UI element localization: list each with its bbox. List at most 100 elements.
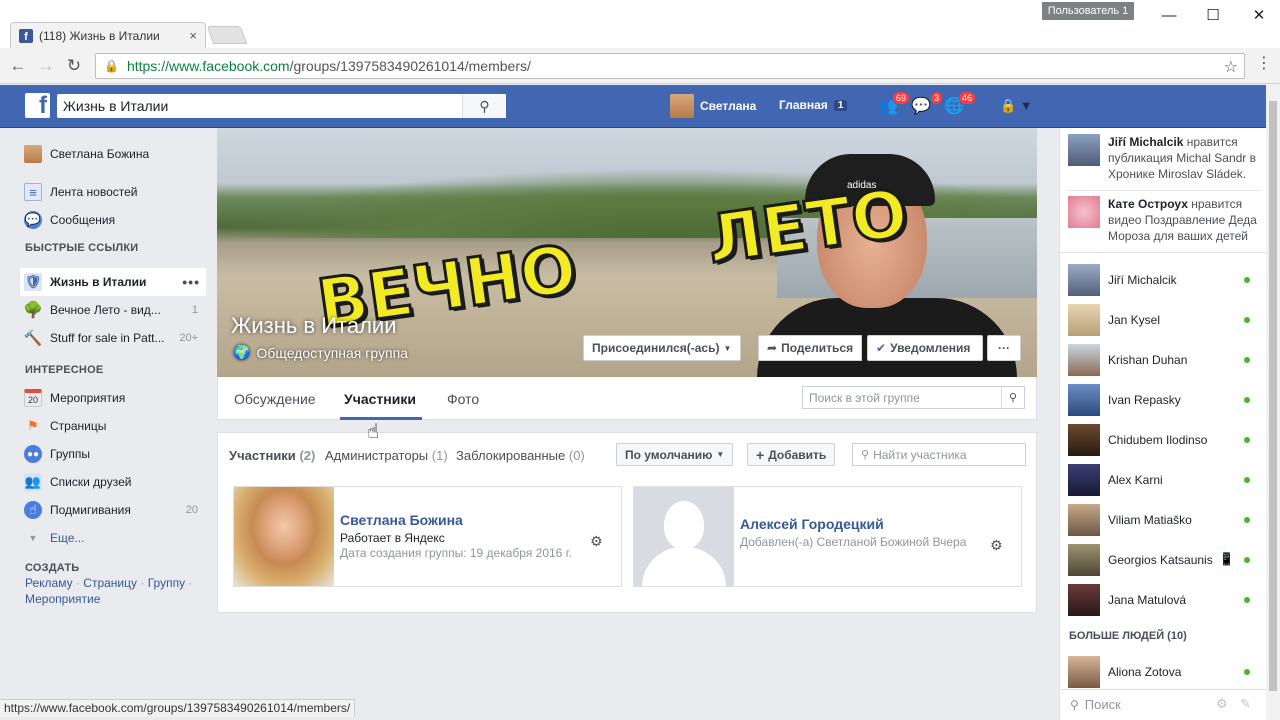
chat-contact[interactable]: Jiří Michalcik <box>1068 264 1258 296</box>
share-button[interactable]: ➦ Поделиться <box>758 335 862 361</box>
members-subtab-all[interactable]: Участники (2) <box>229 448 315 463</box>
create-page-link[interactable]: Страницу <box>83 576 137 590</box>
create-ad-link[interactable]: Рекламу <box>25 576 73 590</box>
group-search-placeholder: Поиск в этой группе <box>809 390 920 405</box>
news-feed-icon: ≡ <box>24 183 42 201</box>
close-window-icon[interactable]: ✕ <box>1244 4 1274 26</box>
chat-contact[interactable]: Krishan Duhan <box>1068 344 1258 376</box>
chat-contact[interactable]: Viliam Matiaško <box>1068 504 1258 536</box>
member-name[interactable]: Светлана Божина <box>340 512 463 528</box>
calendar-icon: 20 <box>24 389 42 407</box>
tab-members[interactable]: Участники <box>344 391 416 407</box>
friend-lists-icon: 👥 <box>24 473 42 491</box>
chat-contact[interactable]: Chidubem Ilodinso <box>1068 424 1258 456</box>
group-search-input[interactable]: Поиск в этой группе ⚲ <box>802 386 1025 409</box>
members-subtab-blocked[interactable]: Заблокированные (0) <box>456 448 585 463</box>
tab-photos[interactable]: Фото <box>447 391 479 407</box>
chat-contact[interactable]: Jan Kysel <box>1068 304 1258 336</box>
chat-contact[interactable]: Ivan Repasky <box>1068 384 1258 416</box>
joined-button[interactable]: Присоединился(-ась) ▼ <box>583 335 741 361</box>
sidebar-item-profile[interactable]: Светлана Божина <box>20 140 206 168</box>
address-bar[interactable]: 🔒 https://www.facebook.com/groups/139758… <box>95 53 1245 79</box>
chat-contact[interactable]: Georgios Katsaunis 📱 <box>1068 544 1258 576</box>
lock-icon: 🔒 <box>104 59 119 73</box>
facebook-logo-icon[interactable]: f <box>25 93 50 118</box>
messages-icon: 💬 <box>24 211 42 229</box>
ticker-item[interactable]: Кате Остроух нравится видео Поздравление… <box>1068 196 1260 244</box>
maximize-icon[interactable]: ☐ <box>1198 4 1228 26</box>
more-options-button[interactable]: ··· <box>987 335 1021 361</box>
avatar <box>1068 304 1100 336</box>
gear-icon[interactable]: ⚙ <box>590 533 603 550</box>
contact-name: Aliona Zotova <box>1108 665 1182 679</box>
members-subtab-admins[interactable]: Администраторы (1) <box>325 448 448 463</box>
search-value: Жизнь в Италии <box>63 98 169 114</box>
gear-icon[interactable]: ⚙ <box>1216 696 1228 712</box>
chat-search-input[interactable]: ⚲ Поиск ⚙ ✎ <box>1060 689 1267 719</box>
contact-name: Alex Karni <box>1108 473 1163 487</box>
browser-tab[interactable]: f (118) Жизнь в Италии × <box>10 22 206 48</box>
sidebar-item-label: Лента новостей <box>50 185 138 199</box>
sidebar-item-pages[interactable]: ⚑ Страницы <box>20 412 206 440</box>
member-search-input[interactable]: ⚲ Найти участника <box>852 443 1026 466</box>
notifications-globe-icon[interactable]: 🌐 46 <box>942 91 976 117</box>
search-icon[interactable]: ⚲ <box>1001 387 1024 408</box>
sidebar-item-stuff-for-sale[interactable]: 🔨 Stuff for sale in Patt... 20+ <box>20 324 206 352</box>
privacy-lock-icon[interactable]: 🔒 ▼ <box>1000 98 1033 114</box>
member-photo[interactable] <box>234 487 334 586</box>
sidebar-item-news-feed[interactable]: ≡ Лента новостей <box>20 178 206 206</box>
create-event-link[interactable]: Мероприятие <box>25 592 100 606</box>
chat-contact[interactable]: Aliona Zotova <box>1068 656 1258 688</box>
minimize-icon[interactable]: — <box>1154 4 1184 26</box>
home-link[interactable]: Главная 1 <box>779 98 848 112</box>
sidebar-item-friend-lists[interactable]: 👥 Списки друзей <box>20 468 206 496</box>
sidebar-item-group-italy[interactable]: 🛡 Жизнь в Италии ••• <box>20 268 206 296</box>
online-status-icon <box>1244 517 1250 523</box>
sidebar-item-more[interactable]: ▼ Еще... <box>20 524 206 552</box>
member-name[interactable]: Алексей Городецкий <box>740 516 884 532</box>
scrollbar-thumb[interactable] <box>1269 101 1277 691</box>
bookmark-star-icon[interactable]: ☆ <box>1224 57 1238 77</box>
forward-arrow-icon[interactable]: → <box>34 54 58 78</box>
member-search-placeholder: Найти участника <box>873 447 967 462</box>
notifications-button[interactable]: ✔ Уведомления <box>867 335 983 361</box>
sidebar-item-events[interactable]: 20 Мероприятия <box>20 384 206 412</box>
close-tab-icon[interactable]: × <box>189 28 197 43</box>
compose-icon[interactable]: ✎ <box>1240 696 1251 712</box>
sidebar-item-pokes[interactable]: ☝ Подмигивания 20 <box>20 496 206 524</box>
new-tab-button[interactable] <box>206 26 248 44</box>
add-member-button[interactable]: + Добавить <box>747 443 836 466</box>
browser-menu-icon[interactable]: ⋮ <box>1256 56 1272 72</box>
chat-contact[interactable]: Jana Matulová <box>1068 584 1258 616</box>
sort-dropdown[interactable]: По умолчанию ▼ <box>616 443 734 466</box>
sidebar-item-label: Списки друзей <box>50 475 132 489</box>
browser-user-badge[interactable]: Пользователь 1 <box>1042 2 1134 20</box>
groups-icon: ●● <box>24 445 42 463</box>
messages-icon[interactable]: 💬 3 <box>909 91 943 117</box>
friend-requests-icon[interactable]: 👥 69 <box>876 91 910 117</box>
contact-name: Krishan Duhan <box>1108 353 1188 367</box>
facebook-search-input[interactable]: Жизнь в Италии ⚲ <box>57 94 506 118</box>
plus-icon: + <box>756 446 765 463</box>
chat-contact[interactable]: Alex Karni <box>1068 464 1258 496</box>
ticker-item[interactable]: Jiří Michalcik нравится публикация Micha… <box>1068 134 1260 182</box>
sidebar-item-groups[interactable]: ●● Группы <box>20 440 206 468</box>
tab-discussion[interactable]: Обсуждение <box>234 391 316 407</box>
more-options-icon[interactable]: ••• <box>182 274 200 290</box>
reload-icon[interactable]: ↻ <box>62 54 86 78</box>
member-photo-placeholder[interactable] <box>634 487 734 586</box>
sort-label: По умолчанию <box>625 447 713 462</box>
sidebar-item-label: Подмигивания <box>50 503 131 517</box>
avatar <box>1068 584 1100 616</box>
sidebar-item-messages[interactable]: 💬 Сообщения <box>20 206 206 234</box>
search-icon[interactable]: ⚲ <box>462 94 506 118</box>
back-arrow-icon[interactable]: ← <box>6 54 30 78</box>
page-scrollbar[interactable] <box>1266 85 1280 720</box>
profile-link[interactable]: Светлана <box>670 94 756 118</box>
gear-icon[interactable]: ⚙ <box>990 537 1003 554</box>
url-path: /groups/1397583490261014/members/ <box>289 58 531 74</box>
group-cover-photo: adidas ВЕЧНО ЛЕТО Жизнь в Италии 🌍 Общед… <box>217 128 1037 377</box>
create-group-link[interactable]: Группу <box>148 576 185 590</box>
add-button-label: Добавить <box>768 447 827 462</box>
sidebar-item-eternal-summer[interactable]: 🌳 Вечное Лето - вид... 1 <box>20 296 206 324</box>
